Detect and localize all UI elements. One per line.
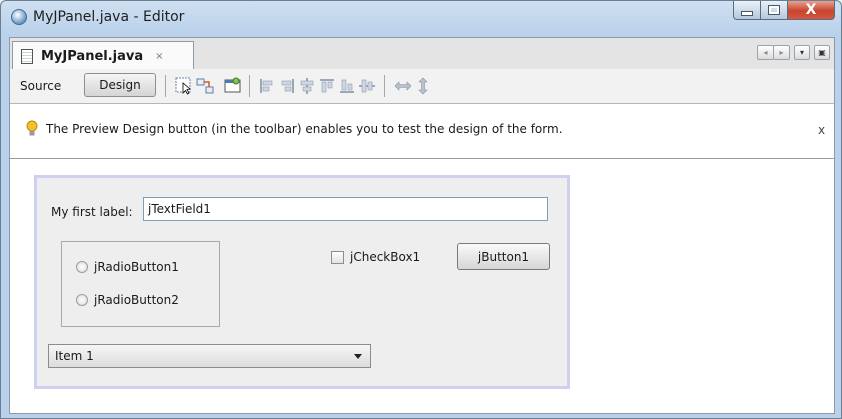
center-vertical-icon[interactable] xyxy=(358,77,376,95)
app-icon xyxy=(11,9,27,25)
align-top-icon[interactable] xyxy=(318,77,336,95)
editor-content: MyJPanel.java × ◂ ▸ ▾ ▣ Source Design Th… xyxy=(9,37,835,414)
tab-label: MyJPanel.java xyxy=(41,48,144,64)
tab-myjpanel[interactable]: MyJPanel.java × xyxy=(12,41,194,70)
check-box-square xyxy=(331,250,344,264)
hint-close-button[interactable]: x xyxy=(818,123,825,137)
center-horizontal-icon[interactable] xyxy=(298,77,316,95)
align-left-icon[interactable] xyxy=(258,77,276,95)
scroll-tabs-right-icon[interactable]: ▸ xyxy=(773,45,790,60)
check-box[interactable]: jCheckBox1 xyxy=(331,250,420,264)
toolbar-separator xyxy=(165,75,166,97)
tab-row: MyJPanel.java × ◂ ▸ ▾ ▣ xyxy=(10,38,834,70)
restore-window-icon[interactable]: ▣ xyxy=(814,45,830,60)
selection-mode-icon[interactable] xyxy=(175,77,193,95)
check-box-label: jCheckBox1 xyxy=(350,250,421,264)
form-panel[interactable]: My first label: jTextField1 jRadioButton… xyxy=(34,175,570,389)
radio-button-2[interactable]: jRadioButton2 xyxy=(76,293,179,307)
radio-button-1[interactable]: jRadioButton1 xyxy=(76,260,179,274)
toolbar-separator xyxy=(249,75,250,97)
editor-toolbar: Source Design xyxy=(10,69,834,104)
toolbar-separator xyxy=(384,75,385,97)
title-bar[interactable]: MyJPanel.java - Editor X xyxy=(1,1,841,33)
align-right-icon[interactable] xyxy=(278,77,296,95)
text-field[interactable]: jTextField1 xyxy=(143,197,548,221)
radio-circle xyxy=(76,294,88,306)
tab-close-icon[interactable]: × xyxy=(155,51,163,62)
first-label: My first label: xyxy=(51,205,133,219)
radio-label: jRadioButton2 xyxy=(94,293,179,307)
tab-navigation: ◂ ▸ ▾ ▣ xyxy=(757,45,830,60)
resize-vertical-icon[interactable] xyxy=(414,77,432,95)
align-bottom-icon[interactable] xyxy=(338,77,356,95)
lightbulb-icon xyxy=(26,120,38,136)
design-button[interactable]: Design xyxy=(84,73,156,97)
source-button[interactable]: Source xyxy=(20,79,61,93)
chevron-down-icon xyxy=(354,354,362,359)
window-controls: X xyxy=(733,1,835,21)
resize-horizontal-icon[interactable] xyxy=(394,77,412,95)
maximize-button[interactable] xyxy=(761,1,788,20)
preview-design-icon[interactable] xyxy=(224,77,242,95)
show-opened-documents-icon[interactable]: ▾ xyxy=(794,45,810,60)
radio-label: jRadioButton1 xyxy=(94,260,179,274)
jbutton[interactable]: jButton1 xyxy=(457,243,550,270)
editor-window: MyJPanel.java - Editor X MyJPanel.java ×… xyxy=(0,0,842,419)
scroll-tabs-left-icon[interactable]: ◂ xyxy=(757,45,774,60)
hint-text: The Preview Design button (in the toolba… xyxy=(46,122,563,136)
connection-mode-icon[interactable] xyxy=(196,77,214,95)
hint-bar: The Preview Design button (in the toolba… xyxy=(10,104,834,159)
combo-box-value: Item 1 xyxy=(55,349,94,363)
java-file-icon xyxy=(21,48,33,64)
combo-box[interactable]: Item 1 xyxy=(48,344,371,368)
minimize-icon xyxy=(741,10,753,16)
window-title: MyJPanel.java - Editor xyxy=(33,9,185,25)
radio-circle xyxy=(76,261,88,273)
design-canvas: My first label: jTextField1 jRadioButton… xyxy=(10,159,834,413)
radio-button-group: jRadioButton1 jRadioButton2 xyxy=(61,241,220,327)
close-button[interactable]: X xyxy=(788,1,835,20)
maximize-icon xyxy=(768,5,780,15)
minimize-button[interactable] xyxy=(733,1,761,20)
